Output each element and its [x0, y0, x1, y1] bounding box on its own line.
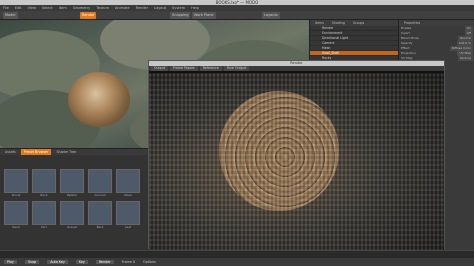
preset-tile[interactable]: Ground: [88, 169, 112, 197]
preset-thumbnail: [88, 201, 112, 225]
tab-final-output[interactable]: Final Output: [223, 66, 250, 71]
snapping-button[interactable]: Snapping: [170, 12, 191, 19]
preset-label: Bark: [96, 225, 104, 229]
preset-tile[interactable]: Pebble: [60, 169, 84, 197]
render-window: Render Output Frame Passes Reference Fin…: [148, 60, 445, 251]
tab-output[interactable]: Output: [151, 66, 169, 71]
model-button[interactable]: Model: [3, 12, 18, 19]
preset-tile[interactable]: Bark: [88, 201, 112, 229]
preset-tile[interactable]: Stone: [4, 169, 28, 197]
render-window-title: Render: [290, 61, 303, 65]
preset-label: Sand: [12, 225, 20, 229]
timeline-bar[interactable]: [0, 250, 474, 258]
preset-label: Leaf: [124, 225, 132, 229]
snap-button[interactable]: Snap: [24, 260, 40, 264]
tab-groups[interactable]: Groups: [350, 20, 367, 26]
preset-tile[interactable]: Rock: [32, 169, 56, 197]
preset-thumbnail: [60, 169, 84, 193]
preset-label: Moss: [124, 193, 132, 197]
tab-assets[interactable]: Assets: [2, 149, 19, 155]
work-plane-button[interactable]: Work Plane: [192, 12, 216, 19]
preset-thumbnail: [88, 169, 112, 193]
layouts-button[interactable]: Layouts: [262, 12, 280, 19]
preset-thumbnail: [4, 169, 28, 193]
preset-label: Rock: [40, 193, 48, 197]
status-bar: Play Snap Auto Key Key Render Frame 0 Op…: [0, 258, 474, 266]
bottom-panel-tabs: Assets Preset Browser Shader Tree: [0, 149, 150, 155]
preset-thumbnail: [60, 201, 84, 225]
render-window-tabs: Output Frame Passes Reference Final Outp…: [149, 66, 444, 71]
preset-thumbnail: [116, 169, 140, 193]
render-preview[interactable]: [149, 73, 444, 251]
tab-reference[interactable]: Reference: [199, 66, 222, 71]
preset-thumbnail: [32, 201, 56, 225]
preset-label: Pebble: [66, 193, 78, 197]
preset-tile[interactable]: Moss: [116, 169, 140, 197]
auto-key-button[interactable]: Auto Key: [47, 260, 68, 264]
preset-label: Ground: [94, 193, 106, 197]
frame-readout: Frame 0: [121, 260, 136, 264]
preset-thumbnail: [4, 201, 28, 225]
preset-thumbnail: [32, 169, 56, 193]
play-button[interactable]: Play: [4, 260, 17, 264]
preset-tile[interactable]: Leaf: [116, 201, 140, 229]
main-toolbar: Model Render Snapping Work Plane Layouts: [0, 11, 474, 20]
tab-shader-tree[interactable]: Shader Tree: [53, 149, 79, 155]
preset-thumbnail: [116, 201, 140, 225]
preset-tile[interactable]: Gravel: [60, 201, 84, 229]
preset-label: Dirt: [41, 225, 47, 229]
preset-grid: Stone Rock Pebble Ground Moss Sand Dirt …: [4, 169, 140, 229]
key-button[interactable]: Key: [75, 260, 88, 264]
tab-frame-passes[interactable]: Frame Passes: [170, 66, 198, 71]
snail-shell-model[interactable]: [68, 72, 130, 127]
property-value[interactable]: Texture: [458, 56, 473, 61]
preset-label: Stone: [11, 193, 21, 197]
preset-tile[interactable]: Sand: [4, 201, 28, 229]
render-status-button[interactable]: Render: [95, 260, 114, 264]
tab-preset-browser[interactable]: Preset Browser: [20, 149, 52, 155]
preset-label: Gravel: [67, 225, 77, 229]
options-label[interactable]: Options: [143, 260, 156, 264]
render-button[interactable]: Render: [80, 12, 97, 19]
preset-tile[interactable]: Dirt: [32, 201, 56, 229]
preset-browser-panel: Assets Preset Browser Shader Tree Stone …: [0, 148, 150, 250]
render-noise-overlay: [149, 73, 444, 251]
